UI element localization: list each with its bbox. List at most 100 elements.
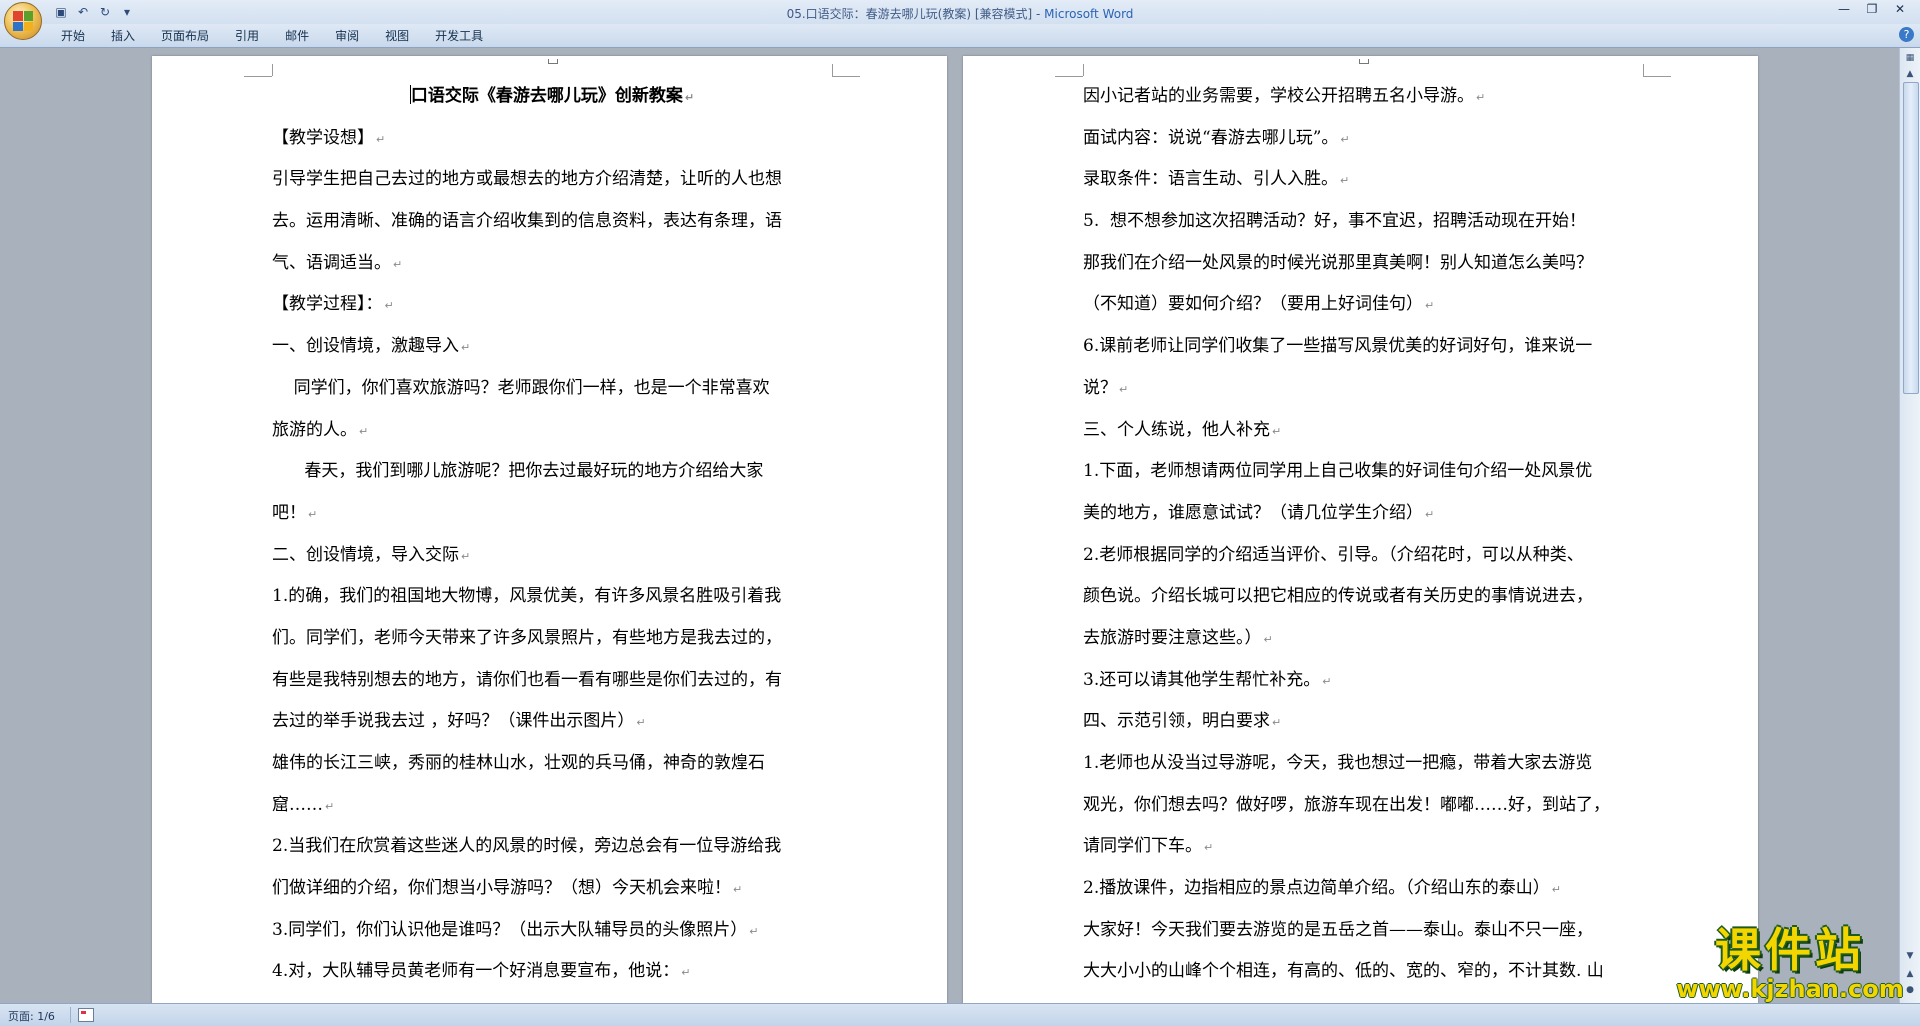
text-line[interactable]: 录取条件：语言生动、引人入胜。 ↵: [1083, 159, 1643, 201]
text-line[interactable]: 颜色说。介绍长城可以把它相应的传说或者有关历史的事情说进去，: [1083, 576, 1643, 618]
page-2-text[interactable]: 因小记者站的业务需要，学校公开招聘五名小导游。 ↵ 面试内容：说说“春游去哪儿玩”。…: [1083, 76, 1643, 993]
paragraph-mark-icon: ↵: [1272, 716, 1282, 730]
text-line[interactable]: 面试内容：说说“春游去哪儿玩”。 ↵: [1083, 118, 1643, 160]
text-line[interactable]: 同学们，你们喜欢旅游吗？老师跟你们一样，也是一个非常喜欢: [272, 368, 832, 410]
line-text: 3.还可以请其他学生帮忙补充。: [1083, 669, 1321, 690]
ribbon-tab[interactable]: 页面布局: [148, 28, 222, 44]
text-line[interactable]: 们做详细的介绍，你们想当小导游吗？（想）今天机会来啦！ ↵: [272, 868, 832, 910]
text-line[interactable]: 那我们在介绍一处风景的时候光说那里真美啊！别人知道怎么美吗？: [1083, 243, 1643, 285]
text-line[interactable]: 美的地方，谁愿意试试？（请几位学生介绍） ↵: [1083, 493, 1643, 535]
text-line[interactable]: 请同学们下车。 ↵: [1083, 826, 1643, 868]
text-line[interactable]: 5. 想不想参加这次招聘活动？好，事不宜迟，招聘活动现在开始！: [1083, 201, 1643, 243]
ribbon-tab[interactable]: 开始: [48, 28, 98, 44]
paragraph-mark-icon: ↵: [325, 799, 335, 813]
line-text: 5. 想不想参加这次招聘活动？好，事不宜迟，招聘活动现在开始！: [1083, 211, 1587, 232]
text-line[interactable]: 1.下面，老师想请两位同学用上自己收集的好词佳句介绍一处风景优: [1083, 451, 1643, 493]
text-line[interactable]: 观光，你们想去吗？做好啰，旅游车现在出发！嘟嘟……好，到站了，: [1083, 785, 1643, 827]
line-text: 2.播放课件，边指相应的景点边简单介绍。（介绍山东的泰山）: [1083, 878, 1550, 899]
office-button[interactable]: [4, 2, 42, 40]
text-line[interactable]: 4.对，大队辅导员黄老师有一个好消息要宣布，他说： ↵: [272, 951, 832, 993]
ribbon-tab[interactable]: 插入: [98, 28, 148, 44]
text-line[interactable]: 引导学生把自己去过的地方或最想去的地方介绍清楚，让听的人也想: [272, 159, 832, 201]
text-line[interactable]: 3.还可以请其他学生帮忙补充。 ↵: [1083, 660, 1643, 702]
text-line[interactable]: 三、个人练说，他人补充 ↵: [1083, 410, 1643, 452]
help-icon[interactable]: ?: [1899, 27, 1914, 42]
line-text: 1.老师也从没当过导游呢，今天，我也想过一把瘾，带着大家去游览: [1083, 753, 1593, 773]
text-line[interactable]: 四、示范引领，明白要求 ↵: [1083, 701, 1643, 743]
paragraph-mark-icon: ↵: [376, 132, 386, 146]
text-line[interactable]: 6.课前老师让同学们收集了一些描写风景优美的好词好句，谁来说一: [1083, 326, 1643, 368]
close-icon[interactable]: ✕: [1886, 0, 1914, 20]
text-line[interactable]: 2.播放课件，边指相应的景点边简单介绍。（介绍山东的泰山） ↵: [1083, 868, 1643, 910]
line-text: 四、示范引领，明白要求: [1083, 711, 1270, 732]
text-line[interactable]: 【教学设想】 ↵: [272, 118, 832, 160]
ribbon-tab[interactable]: 审阅: [322, 28, 372, 44]
scroll-up-icon[interactable]: ▲: [1902, 66, 1918, 82]
text-line[interactable]: 气、语调适当。 ↵: [272, 243, 832, 285]
line-text: 4.对，大队辅导员黄老师有一个好消息要宣布，他说：: [272, 961, 680, 982]
text-line[interactable]: 2.老师根据同学的介绍适当评价、引导。（介绍花时，可以从种类、: [1083, 535, 1643, 577]
line-text: 去旅游时要注意这些。）: [1083, 627, 1262, 648]
text-line[interactable]: 大家好！今天我们要去游览的是五岳之首——泰山。泰山不只一座，: [1083, 910, 1643, 952]
line-text: 1.的确，我们的祖国地大物博，风景优美，有许多风景名胜吸引着我: [272, 586, 782, 607]
text-line[interactable]: （不知道）要如何介绍？（要用上好词佳句） ↵: [1083, 284, 1643, 326]
line-text: 2.老师根据同学的介绍适当评价、引导。（介绍花时，可以从种类、: [1083, 544, 1584, 565]
text-line[interactable]: 因小记者站的业务需要，学校公开招聘五名小导游。 ↵: [1083, 76, 1643, 118]
margin-corner: [832, 76, 860, 77]
paragraph-mark-icon: ↵: [749, 924, 759, 938]
watermark-title: 课件站: [1715, 923, 1865, 977]
text-line[interactable]: 有些是我特别想去的地方，请你们也看一看有哪些是你们去过的，有: [272, 660, 832, 702]
minimize-icon[interactable]: —: [1830, 0, 1858, 20]
text-line[interactable]: 【教学过程】： ↵: [272, 284, 832, 326]
line-text: 观光，你们想去吗？做好啰，旅游车现在出发！嘟嘟……好，到站了，: [1083, 794, 1610, 815]
text-line[interactable]: 去。运用清晰、准确的语言介绍收集到的信息资料，表达有条理，语: [272, 201, 832, 243]
text-line[interactable]: 1.的确，我们的祖国地大物博，风景优美，有许多风景名胜吸引着我: [272, 576, 832, 618]
restore-icon[interactable]: ❐: [1858, 0, 1886, 20]
text-line[interactable]: 说？ ↵: [1083, 368, 1643, 410]
page-1-text[interactable]: 口语交际《春游去哪儿玩》创新教案 ↵ 【教学设想】 ↵ 引导学生把自己去过的地方或最想去…: [272, 76, 832, 993]
ruler-toggle-icon[interactable]: ▦: [1902, 50, 1918, 66]
paragraph-mark-icon: ↵: [1204, 841, 1214, 855]
text-line[interactable]: 春天，我们到哪儿旅游呢？把你去过最好玩的地方介绍给大家: [272, 451, 832, 493]
status-divider: [70, 1007, 71, 1023]
line-text: 引导学生把自己去过的地方或最想去的地方介绍清楚，让听的人也想: [272, 169, 782, 190]
text-line[interactable]: 们。同学们，老师今天带来了许多风景照片，有些地方是我去过的，: [272, 618, 832, 660]
vertical-scrollbar[interactable]: ▦ ▲ ▼ ▲ ●: [1899, 48, 1920, 1003]
text-line[interactable]: 吧！ ↵: [272, 493, 832, 535]
margin-corner: [1643, 64, 1644, 76]
page-indicator[interactable]: 页面: 1/6: [8, 1008, 55, 1024]
document-page-2[interactable]: 因小记者站的业务需要，学校公开招聘五名小导游。 ↵ 面试内容：说说“春游去哪儿玩”。…: [963, 56, 1758, 1016]
line-text: 1.下面，老师想请两位同学用上自己收集的好词佳句介绍一处风景优: [1083, 461, 1593, 482]
line-text: 大大小小的山峰个个相连，有高的、低的、宽的、窄的，不计其数. 山: [1083, 961, 1604, 982]
text-line[interactable]: 口语交际《春游去哪儿玩》创新教案 ↵: [272, 76, 832, 118]
ribbon-tab[interactable]: 开发工具: [422, 28, 496, 44]
line-text: 2.当我们在欣赏着这些迷人的风景的时候，旁边总会有一位导游给我: [272, 836, 782, 857]
text-line[interactable]: 去过的举手说我去过 ，好吗？（课件出示图片） ↵: [272, 701, 832, 743]
line-text: 口语交际《春游去哪儿玩》创新教案: [410, 86, 683, 106]
text-line[interactable]: 雄伟的长江三峡，秀丽的桂林山水，壮观的兵马俑，神奇的敦煌石: [272, 743, 832, 785]
line-text: 6.课前老师让同学们收集了一些描写风景优美的好词好句，谁来说一: [1083, 336, 1593, 357]
text-line[interactable]: 去旅游时要注意这些。） ↵: [1083, 618, 1643, 660]
title-bar: ▣ ↶ ↻ ▾ 05.口语交际：春游去哪儿玩(教案) [兼容模式] - Micr…: [0, 0, 1920, 40]
paragraph-mark-icon: ↵: [308, 507, 318, 521]
line-text: 颜色说。介绍长城可以把它相应的传说或者有关历史的事情说进去，: [1083, 586, 1593, 607]
text-line[interactable]: 窟…… ↵: [272, 785, 832, 827]
text-line[interactable]: 1.老师也从没当过导游呢，今天，我也想过一把瘾，带着大家去游览: [1083, 743, 1643, 785]
line-text: 录取条件：语言生动、引人入胜。: [1083, 169, 1338, 190]
text-line[interactable]: 2.当我们在欣赏着这些迷人的风景的时候，旁边总会有一位导游给我: [272, 826, 832, 868]
ribbon-tab[interactable]: 引用: [222, 28, 272, 44]
scroll-thumb[interactable]: [1903, 82, 1919, 394]
text-line[interactable]: 二、创设情境，导入交际 ↵: [272, 535, 832, 577]
paragraph-mark-icon: ↵: [461, 549, 471, 563]
text-line[interactable]: 大大小小的山峰个个相连，有高的、低的、宽的、窄的，不计其数. 山: [1083, 951, 1643, 993]
document-page-1[interactable]: 口语交际《春游去哪儿玩》创新教案 ↵ 【教学设想】 ↵ 引导学生把自己去过的地方或最想去…: [152, 56, 947, 1016]
ribbon-tab[interactable]: 邮件: [272, 28, 322, 44]
line-text: 美的地方，谁愿意试试？（请几位学生介绍）: [1083, 502, 1423, 523]
ribbon-tab[interactable]: 视图: [372, 28, 422, 44]
proofing-status-icon[interactable]: [78, 1008, 94, 1022]
paragraph-mark-icon: ↵: [733, 883, 743, 897]
watermark-logo: 课件站 www.kjzhan.com: [1670, 924, 1910, 1002]
text-line[interactable]: 3.同学们，你们认识他是谁吗？（出示大队辅导员的头像照片） ↵: [272, 910, 832, 952]
text-line[interactable]: 一、创设情境，激趣导入 ↵: [272, 326, 832, 368]
text-line[interactable]: 旅游的人。 ↵: [272, 410, 832, 452]
